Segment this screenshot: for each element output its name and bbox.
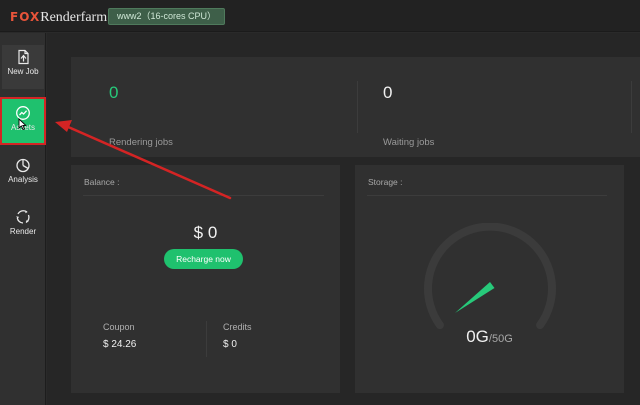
waiting-jobs-label: Waiting jobs [383,137,435,148]
storage-card: Storage : 0G/50G [355,165,624,393]
waiting-jobs-count: 0 [383,83,393,102]
credits-block: Credits $ 0 [223,322,252,350]
brand-prefix: FOX [10,10,41,24]
job-stats-card: 0 Rendering jobs 0 Waiting jobs [71,57,640,157]
brand-suffix: Renderfarm [40,10,108,25]
balance-divider [206,321,207,357]
sidebar-item-analysis[interactable]: Analysis [2,153,44,197]
analysis-icon [16,158,30,173]
stats-divider [357,81,358,133]
app-window: FOXRenderfarm www2（16-cores CPU） New Job… [0,0,640,405]
stats-divider [631,81,632,133]
card-divider [83,195,324,196]
sidebar-item-assets[interactable]: Assets [0,97,46,145]
storage-gauge [424,223,556,330]
sidebar-item-render[interactable]: Render [2,205,44,249]
storage-total: /50G [488,333,513,345]
dashboard-main: 0 Rendering jobs 0 Waiting jobs Balance … [47,33,640,405]
coupon-block: Coupon $ 24.26 [103,322,136,350]
brand-logo: FOXRenderfarm [10,8,107,26]
credits-value: $ 0 [223,339,237,350]
title-bar: FOXRenderfarm www2（16-cores CPU） [0,0,640,32]
gauge-track [424,223,556,330]
credits-label: Credits [223,322,252,332]
render-icon [16,210,30,224]
sidebar-item-label: New Job [7,67,39,76]
server-badge[interactable]: www2（16-cores CPU） [108,8,226,25]
sidebar-item-label: Analysis [8,175,38,184]
coupon-label: Coupon [103,322,135,332]
storage-usage-text: 0G/50G [355,327,624,347]
sidebar-item-label: Render [9,227,37,236]
rendering-jobs-count: 0 [109,83,119,102]
gauge-needle [455,282,495,313]
balance-card: Balance : $ 0 Recharge now Coupon $ 24.2… [71,165,340,393]
storage-title: Storage : [368,177,403,187]
recharge-now-button[interactable]: Recharge now [164,249,243,269]
balance-title: Balance : [84,177,120,187]
storage-used: 0G [466,327,489,346]
card-divider [367,195,607,196]
mouse-cursor-icon [18,118,27,130]
balance-amount: $ 0 [193,223,218,242]
coupon-value: $ 24.26 [103,339,137,350]
new-job-icon [18,49,29,65]
rendering-jobs-label: Rendering jobs [109,137,173,148]
sidebar: New Job Assets Analysis [0,33,46,405]
sidebar-item-new-job[interactable]: New Job [2,45,44,89]
